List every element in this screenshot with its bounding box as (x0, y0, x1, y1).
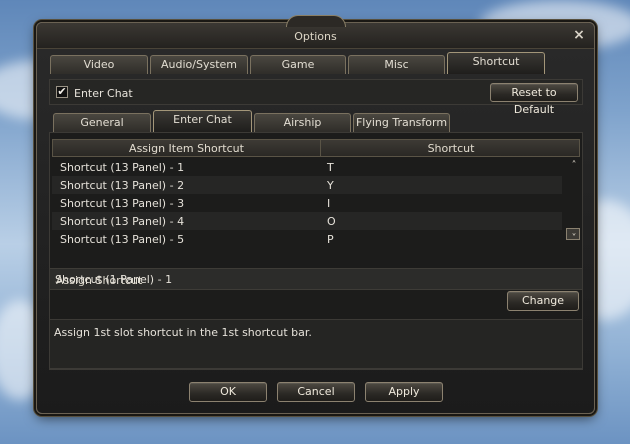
scroll-down-icon[interactable]: ˅ (568, 233, 580, 245)
row-name: Shortcut (13 Panel) - 2 (60, 179, 185, 192)
tab-airship[interactable]: Airship (254, 113, 351, 132)
window-title: Options (294, 30, 337, 43)
tab-enter-chat[interactable]: Enter Chat (153, 110, 252, 132)
table-row[interactable]: Shortcut (13 Panel) - 5 P (52, 230, 562, 248)
ok-button[interactable]: OK (189, 382, 267, 402)
options-window: Options × Video Audio/System Game Misc S… (36, 15, 595, 414)
table-row[interactable]: Shortcut (13 Panel) - 4 O (52, 212, 562, 230)
table-header: Assign Item Shortcut Shortcut (52, 139, 580, 157)
cancel-button[interactable]: Cancel (277, 382, 355, 402)
tab-shortcut[interactable]: Shortcut (447, 52, 545, 74)
apply-button[interactable]: Apply (365, 382, 443, 402)
change-button[interactable]: Change (507, 291, 579, 311)
tab-audio-system[interactable]: Audio/System (150, 55, 248, 74)
enter-chat-checkbox[interactable]: ✔ (56, 86, 68, 98)
title-ornament (285, 15, 346, 27)
close-icon[interactable]: × (572, 28, 586, 42)
column-header-shortcut[interactable]: Shortcut (321, 142, 581, 155)
tab-flying-transform[interactable]: Flying Transform (353, 113, 450, 132)
row-key: O (327, 215, 336, 228)
column-header-assign-item[interactable]: Assign Item Shortcut (53, 142, 320, 155)
row-key: P (327, 233, 334, 246)
title-bar[interactable]: Options × (37, 15, 594, 49)
tab-misc[interactable]: Misc (348, 55, 445, 74)
row-name: Shortcut (13 Panel) - 3 (60, 197, 185, 210)
scroll-up-icon[interactable]: ˄ (568, 160, 580, 172)
table-row[interactable]: Shortcut (13 Panel) - 1 T (52, 158, 562, 176)
table-row[interactable]: Shortcut (13 Panel) - 2 Y (52, 176, 562, 194)
row-name: Shortcut (13 Panel) - 4 (60, 215, 185, 228)
row-key: Y (327, 179, 334, 192)
tab-game[interactable]: Game (250, 55, 346, 74)
row-key: T (327, 161, 334, 174)
enter-chat-label: Enter Chat (74, 87, 133, 100)
row-name: Shortcut (13 Panel) - 1 (60, 161, 185, 174)
description-box: Assign 1st slot shortcut in the 1st shor… (49, 319, 583, 369)
tab-video[interactable]: Video (50, 55, 148, 74)
assigned-shortcut-value: Shortcut (1 Panel) - 1 (55, 273, 173, 286)
table-row[interactable]: Shortcut (13 Panel) - 3 I (52, 194, 562, 212)
row-name: Shortcut (13 Panel) - 5 (60, 233, 185, 246)
row-key: I (327, 197, 331, 210)
tab-general[interactable]: General (53, 113, 151, 132)
enter-chat-strip: ✔ Enter Chat Reset to Default (49, 79, 583, 116)
reset-to-default-button[interactable]: Reset to Default (490, 83, 578, 116)
description-text: Assign 1st slot shortcut in the 1st shor… (54, 326, 312, 339)
